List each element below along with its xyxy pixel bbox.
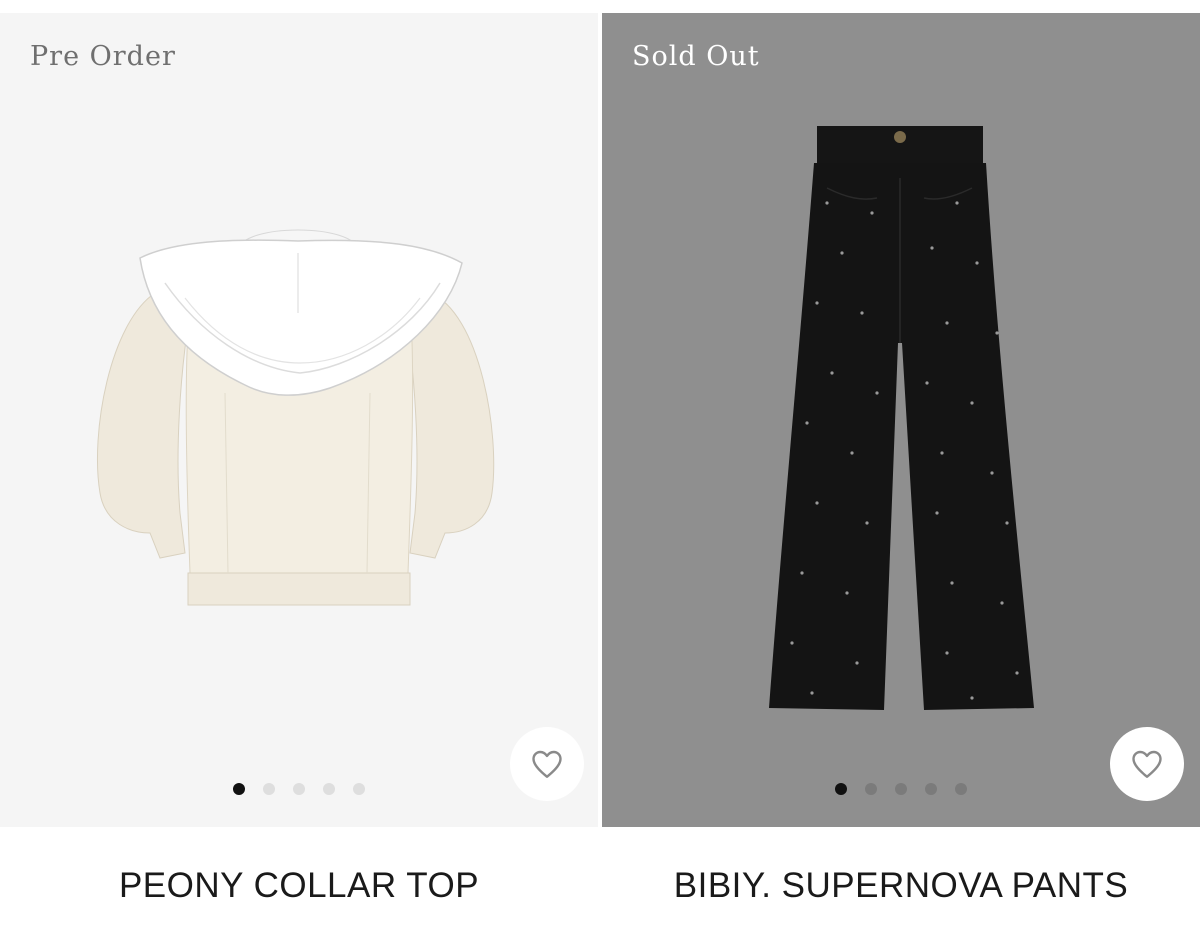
carousel-dot-5[interactable] bbox=[955, 783, 967, 795]
image-carousel-dots bbox=[233, 783, 365, 795]
product-image-supernova-pants bbox=[769, 126, 1034, 710]
pre-order-badge: Pre Order bbox=[30, 41, 176, 72]
carousel-dot-5[interactable] bbox=[353, 783, 365, 795]
heart-icon bbox=[532, 750, 562, 778]
carousel-dot-2[interactable] bbox=[865, 783, 877, 795]
product-image-peony-collar-top bbox=[97, 229, 495, 606]
product-image-area[interactable]: Pre Order bbox=[0, 13, 598, 827]
product-grid: Pre Order PEONY COLLAR TOP Sold Out BIBI… bbox=[0, 0, 1200, 927]
carousel-dot-2[interactable] bbox=[263, 783, 275, 795]
heart-icon bbox=[1132, 750, 1162, 778]
product-title[interactable]: BIBIY. SUPERNOVA PANTS bbox=[602, 866, 1200, 906]
carousel-dot-1[interactable] bbox=[835, 783, 847, 795]
product-title[interactable]: PEONY COLLAR TOP bbox=[0, 866, 598, 906]
product-image-area[interactable]: Sold Out bbox=[602, 13, 1200, 827]
wishlist-button[interactable] bbox=[510, 727, 584, 801]
product-card-supernova-pants[interactable]: Sold Out BIBIY. SUPERNOVA PANTS bbox=[602, 0, 1200, 927]
product-card-peony-collar-top[interactable]: Pre Order PEONY COLLAR TOP bbox=[0, 0, 598, 927]
image-carousel-dots bbox=[835, 783, 967, 795]
wishlist-button[interactable] bbox=[1110, 727, 1184, 801]
carousel-dot-3[interactable] bbox=[293, 783, 305, 795]
carousel-dot-4[interactable] bbox=[323, 783, 335, 795]
carousel-dot-3[interactable] bbox=[895, 783, 907, 795]
carousel-dot-1[interactable] bbox=[233, 783, 245, 795]
sold-out-badge: Sold Out bbox=[632, 41, 760, 72]
carousel-dot-4[interactable] bbox=[925, 783, 937, 795]
